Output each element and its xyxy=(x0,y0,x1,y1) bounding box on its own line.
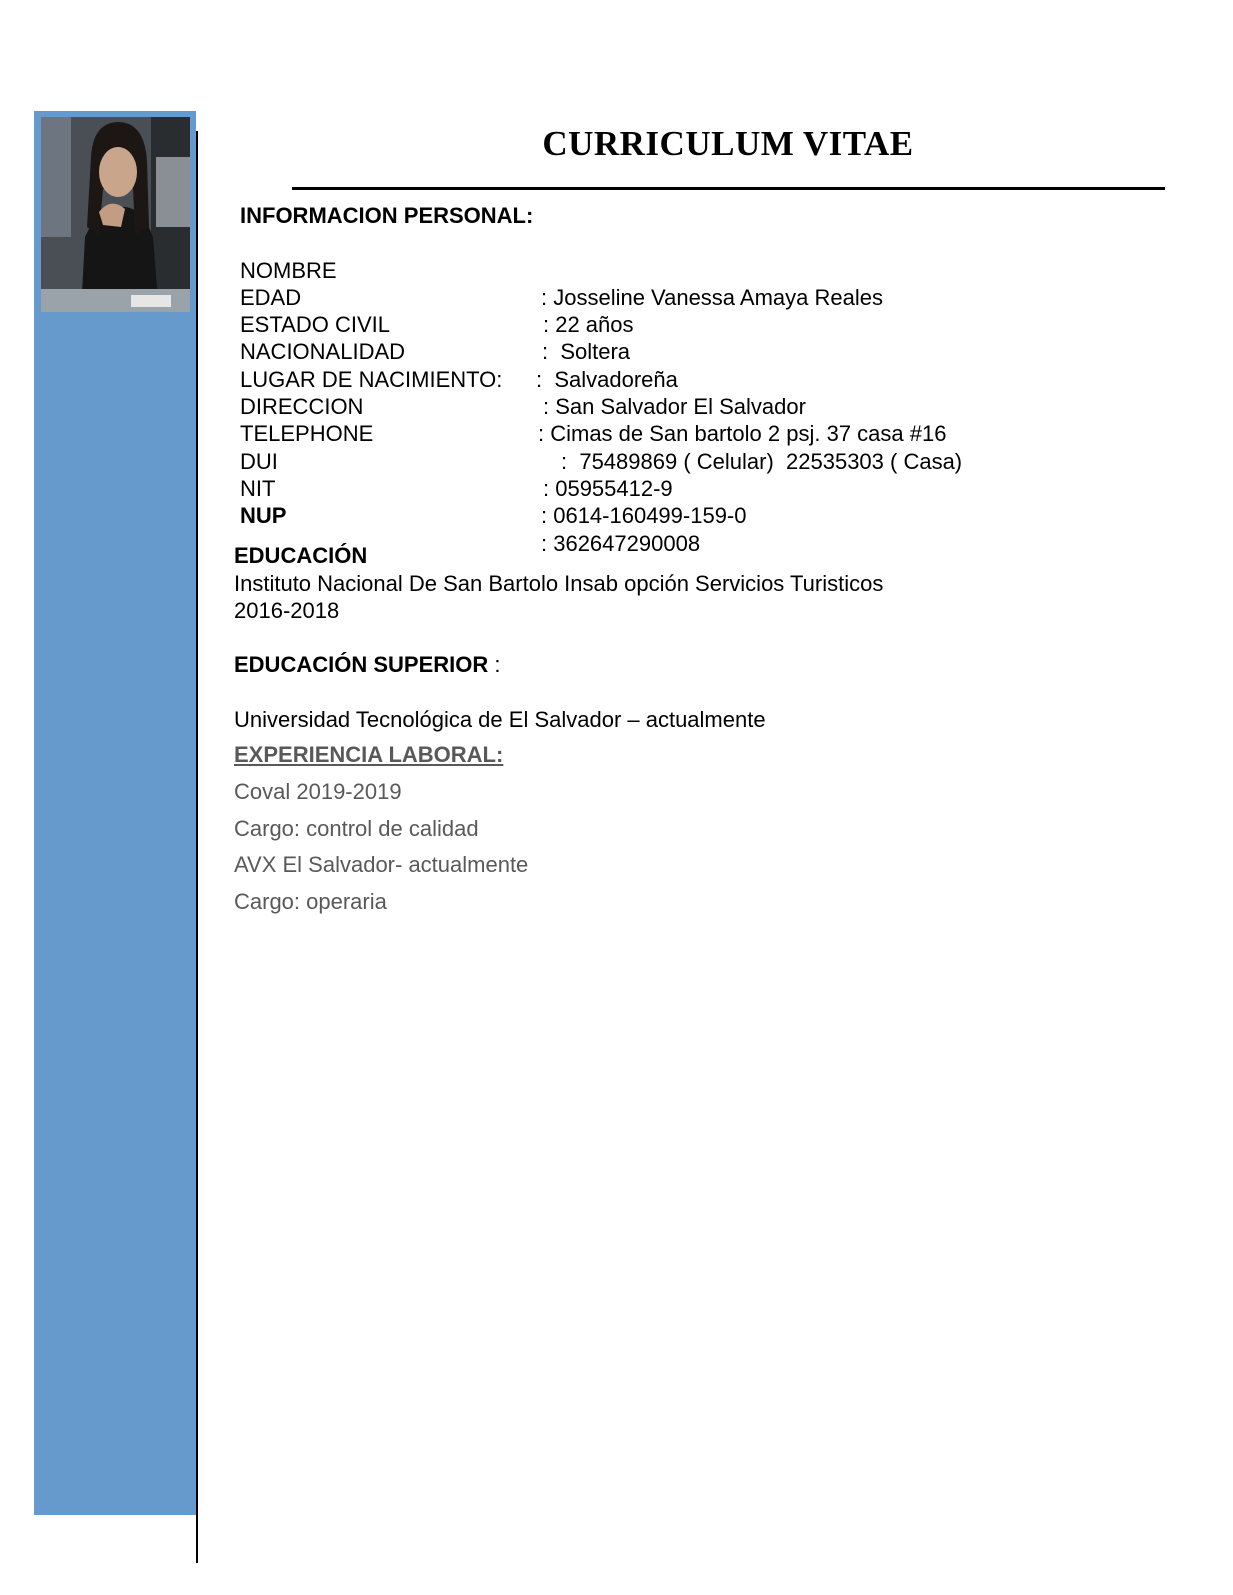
field-nit: NIT : 0614-160499-159-0 xyxy=(240,448,747,528)
field-value: : 22 años xyxy=(543,312,634,338)
field-nacionalidad: NACIONALIDAD : Salvadoreña xyxy=(240,311,678,391)
education-institution: Instituto Nacional De San Bartolo Insab … xyxy=(234,571,884,596)
portrait-photo-icon xyxy=(41,117,190,312)
field-lugar-nacimiento: LUGAR DE NACIMIENTO: : San Salvador El S… xyxy=(240,338,806,419)
education-heading: EDUCACIÓN xyxy=(234,543,368,568)
personal-info-heading: INFORMACION PERSONAL: xyxy=(240,203,534,228)
profile-photo xyxy=(41,117,190,312)
sidebar-accent-bar xyxy=(34,111,196,1515)
field-value: : 05955412-9 xyxy=(543,475,673,501)
page-title: CURRICULUM VITAE xyxy=(542,124,914,163)
field-nup: NUP : 362647290008 xyxy=(240,475,700,555)
field-edad: EDAD : 22 años xyxy=(240,257,634,337)
vertical-divider xyxy=(196,131,198,1563)
field-estado-civil: ESTADO CIVIL : Soltera xyxy=(240,284,630,364)
experience-item: Cargo: operaria xyxy=(234,889,387,914)
field-value: : Soltera xyxy=(542,339,631,365)
field-dui: DUI : 05955412-9 xyxy=(240,420,673,501)
field-value: : Josseline Vanessa Amaya Reales xyxy=(541,284,883,310)
field-value: : Salvadoreña xyxy=(536,366,678,392)
experience-item: AVX El Salvador- actualmente xyxy=(234,852,529,877)
higher-education-separator: : xyxy=(488,652,501,677)
higher-education-institution: Universidad Tecnológica de El Salvador –… xyxy=(234,707,766,732)
personal-info-section: INFORMACION PERSONAL: NOMBRE : Josseline… xyxy=(240,202,962,556)
field-value: : San Salvador El Salvador xyxy=(543,394,806,420)
field-telephone: TELEPHONE : 75489869 ( Celular) 22535303… xyxy=(240,393,962,473)
experience-heading: EXPERIENCIA LABORAL: xyxy=(234,742,504,767)
field-value: : 0614-160499-159-0 xyxy=(541,503,747,529)
field-label: NUP xyxy=(240,503,287,529)
field-value: : 75489869 ( Celular) 22535303 ( Casa) xyxy=(561,448,963,474)
field-value: : 362647290008 xyxy=(541,530,701,556)
experience-item: Coval 2019-2019 xyxy=(234,779,402,804)
field-nombre: NOMBRE : Josseline Vanessa Amaya Reales xyxy=(240,229,883,310)
higher-education-heading: EDUCACIÓN SUPERIOR xyxy=(234,652,489,677)
title-underline xyxy=(292,187,1165,190)
field-value: : Cimas de San bartolo 2 psj. 37 casa #1… xyxy=(538,421,947,447)
education-years: 2016-2018 xyxy=(234,598,340,623)
higher-education-heading-line: EDUCACIÓN SUPERIOR : xyxy=(234,652,500,678)
experience-item: Cargo: control de calidad xyxy=(234,816,479,841)
field-direccion: DIRECCION : Cimas de San bartolo 2 psj. … xyxy=(240,366,946,446)
